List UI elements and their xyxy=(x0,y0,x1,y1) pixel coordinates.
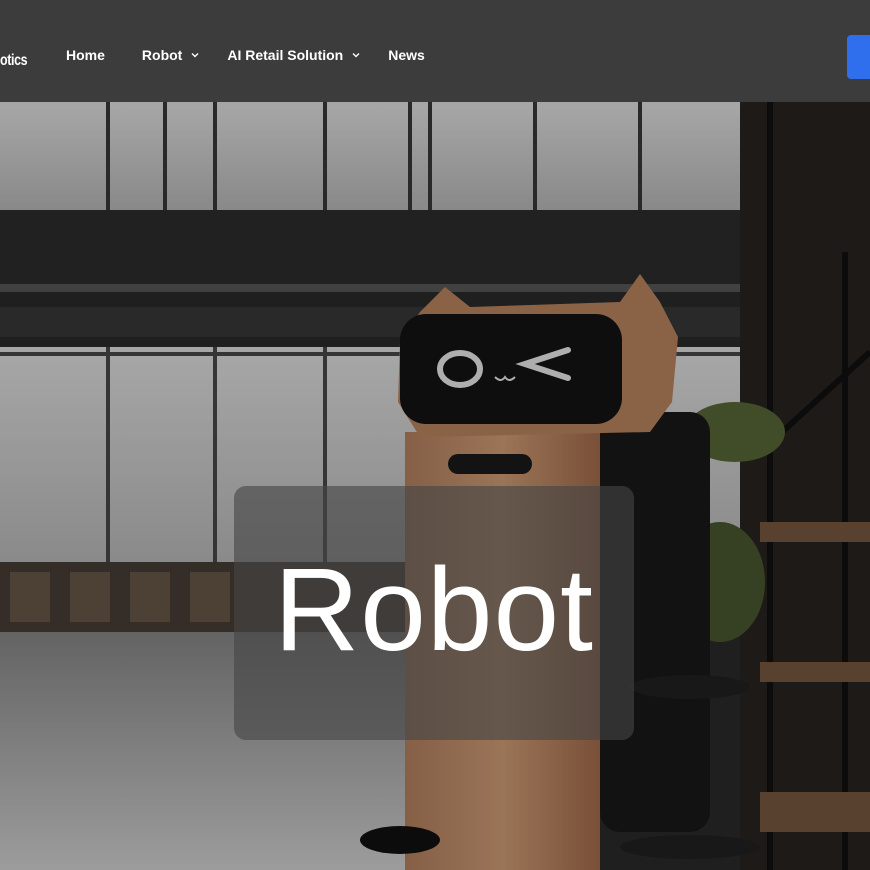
nav-ai-retail-label: AI Retail Solution xyxy=(227,47,344,63)
site-header: otics Home Robot AI Retail Solution News xyxy=(0,0,870,102)
nav-home[interactable]: Home xyxy=(66,47,105,63)
nav-news[interactable]: News xyxy=(388,47,425,63)
nav-home-label: Home xyxy=(66,47,105,63)
chevron-down-icon xyxy=(352,53,360,58)
chevron-down-icon xyxy=(191,53,199,58)
nav-ai-retail-solution[interactable]: AI Retail Solution xyxy=(227,47,361,63)
nav-robot-label: Robot xyxy=(141,47,183,63)
main-nav: Home Robot AI Retail Solution News xyxy=(66,47,425,63)
hero-title-box: Robot xyxy=(234,486,634,740)
hero-section: Robot xyxy=(0,102,870,870)
nav-robot[interactable]: Robot xyxy=(142,47,200,63)
page: otics Home Robot AI Retail Solution News xyxy=(0,0,870,870)
site-logo[interactable]: otics xyxy=(0,52,28,70)
nav-news-label: News xyxy=(388,47,425,63)
header-cta-button[interactable] xyxy=(847,35,870,79)
hero-title: Robot xyxy=(274,544,594,676)
